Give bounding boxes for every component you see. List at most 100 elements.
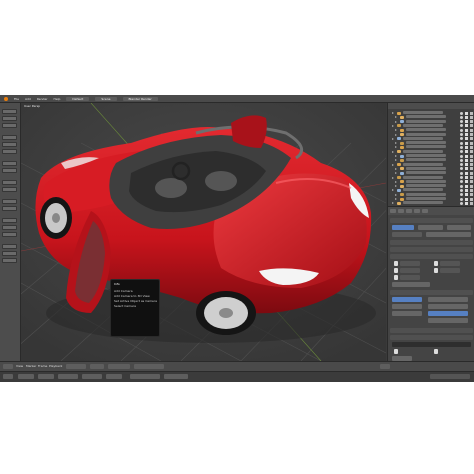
visibility-eye-icon[interactable] — [460, 171, 463, 175]
end-frame-field[interactable] — [82, 374, 102, 379]
tab-world[interactable] — [414, 209, 420, 213]
file-extensions-checkbox[interactable] — [434, 349, 438, 354]
animation-button[interactable] — [418, 225, 443, 230]
outliner-row[interactable] — [388, 201, 474, 205]
visibility-eye-icon[interactable] — [460, 120, 463, 124]
expand-triangle-icon[interactable] — [392, 189, 394, 192]
render-camera-icon[interactable] — [470, 176, 473, 179]
visibility-eye-icon[interactable] — [460, 188, 463, 192]
select-cursor-icon[interactable] — [465, 137, 468, 141]
panel-layers-header[interactable] — [390, 240, 473, 245]
expand-triangle-icon[interactable] — [395, 185, 397, 188]
select-cursor-icon[interactable] — [465, 188, 468, 192]
visibility-eye-icon[interactable] — [460, 167, 463, 171]
editor-type-select[interactable] — [3, 364, 13, 369]
tool-motion-button[interactable] — [2, 199, 17, 204]
color-management-checkbox[interactable] — [434, 268, 438, 273]
expand-triangle-icon[interactable] — [392, 112, 394, 114]
expand-triangle-icon[interactable] — [395, 193, 397, 196]
select-cursor-icon[interactable] — [465, 201, 468, 205]
subsurface-checkbox[interactable] — [394, 275, 398, 280]
audio-button[interactable] — [447, 225, 471, 230]
render-camera-icon[interactable] — [470, 197, 473, 201]
display-select[interactable] — [426, 232, 471, 237]
render-camera-icon[interactable] — [470, 128, 473, 132]
tiles-x-field[interactable] — [392, 304, 422, 309]
bvh-field[interactable] — [428, 318, 468, 323]
expand-triangle-icon[interactable] — [395, 120, 397, 123]
keying-set-select[interactable] — [164, 374, 188, 379]
tiles-order-field[interactable] — [392, 311, 422, 316]
layer-buttons[interactable] — [134, 364, 164, 369]
select-cursor-icon[interactable] — [465, 128, 468, 132]
render-camera-icon[interactable] — [470, 154, 473, 158]
visibility-eye-icon[interactable] — [460, 176, 463, 179]
status-view-menu[interactable] — [18, 374, 34, 379]
tool-scale-button[interactable] — [2, 123, 17, 128]
tool-rotate-button[interactable] — [2, 116, 17, 121]
render-camera-icon[interactable] — [470, 115, 473, 119]
tool-grease-button[interactable] — [2, 244, 17, 249]
render-camera-icon[interactable] — [470, 150, 473, 154]
visibility-eye-icon[interactable] — [460, 115, 463, 119]
panel-performance-header[interactable] — [390, 290, 473, 295]
status-editor-select[interactable] — [3, 374, 13, 379]
textures-checkbox[interactable] — [394, 261, 398, 266]
tool-history-button[interactable] — [2, 218, 17, 223]
select-cursor-icon[interactable] — [465, 141, 468, 145]
expand-triangle-icon[interactable] — [395, 155, 397, 157]
tool-insert-button[interactable] — [2, 187, 17, 192]
tool-undo-button[interactable] — [2, 225, 17, 230]
render-camera-icon[interactable] — [470, 137, 473, 141]
select-cursor-icon[interactable] — [465, 167, 468, 171]
render-camera-icon[interactable] — [470, 180, 473, 184]
select-cursor-icon[interactable] — [465, 111, 468, 115]
panel-post-processing-header[interactable] — [390, 328, 473, 333]
render-camera-icon[interactable] — [470, 184, 473, 188]
render-camera-icon[interactable] — [470, 201, 473, 205]
visibility-eye-icon[interactable] — [460, 201, 463, 205]
panel-render-header[interactable] — [390, 218, 473, 223]
scene-canvas[interactable] — [21, 103, 386, 361]
render-camera-icon[interactable] — [470, 188, 473, 192]
select-cursor-icon[interactable] — [465, 171, 468, 175]
expand-triangle-icon[interactable] — [392, 163, 394, 166]
overwrite-checkbox[interactable] — [394, 349, 398, 354]
visibility-eye-icon[interactable] — [460, 184, 463, 188]
select-cursor-icon[interactable] — [465, 176, 468, 179]
expand-triangle-icon[interactable] — [395, 159, 397, 162]
3d-viewport[interactable]: User Persp — [21, 103, 386, 361]
popup-line-3[interactable]: Set Active Object as Camera — [114, 299, 157, 303]
menu-item-add[interactable]: Add — [25, 97, 31, 101]
acceleration-field[interactable] — [428, 311, 468, 316]
expand-triangle-icon[interactable] — [395, 167, 397, 170]
visibility-eye-icon[interactable] — [460, 128, 463, 132]
select-cursor-icon[interactable] — [465, 197, 468, 201]
memory-field[interactable] — [428, 297, 468, 302]
tool-translate-button[interactable] — [2, 109, 17, 114]
render-camera-icon[interactable] — [470, 111, 473, 115]
render-camera-icon[interactable] — [470, 120, 473, 124]
timeline-menu-marker[interactable]: Marker — [26, 364, 36, 368]
render-camera-icon[interactable] — [470, 171, 473, 175]
expand-triangle-icon[interactable] — [395, 133, 397, 136]
visibility-eye-icon[interactable] — [460, 145, 463, 149]
select-cursor-icon[interactable] — [465, 158, 468, 162]
render-camera-icon[interactable] — [470, 158, 473, 162]
current-frame-field[interactable] — [106, 374, 122, 379]
visibility-eye-icon[interactable] — [460, 163, 463, 167]
playback-controls[interactable] — [130, 374, 160, 379]
menu-item-help[interactable]: Help — [54, 97, 61, 101]
expand-triangle-icon[interactable] — [395, 180, 397, 183]
tool-redo-button[interactable] — [2, 232, 17, 237]
expand-triangle-icon[interactable] — [395, 142, 397, 145]
select-cursor-icon[interactable] — [465, 124, 468, 128]
blender-logo-icon[interactable] — [4, 96, 8, 101]
expand-triangle-icon[interactable] — [395, 146, 397, 149]
tool-keyframe-button[interactable] — [2, 180, 17, 185]
timeline-menu-playback[interactable]: Playback — [49, 364, 62, 368]
tool-delete-button[interactable] — [2, 142, 17, 147]
visibility-eye-icon[interactable] — [460, 124, 463, 128]
select-cursor-icon[interactable] — [465, 145, 468, 149]
visibility-eye-icon[interactable] — [460, 137, 463, 141]
